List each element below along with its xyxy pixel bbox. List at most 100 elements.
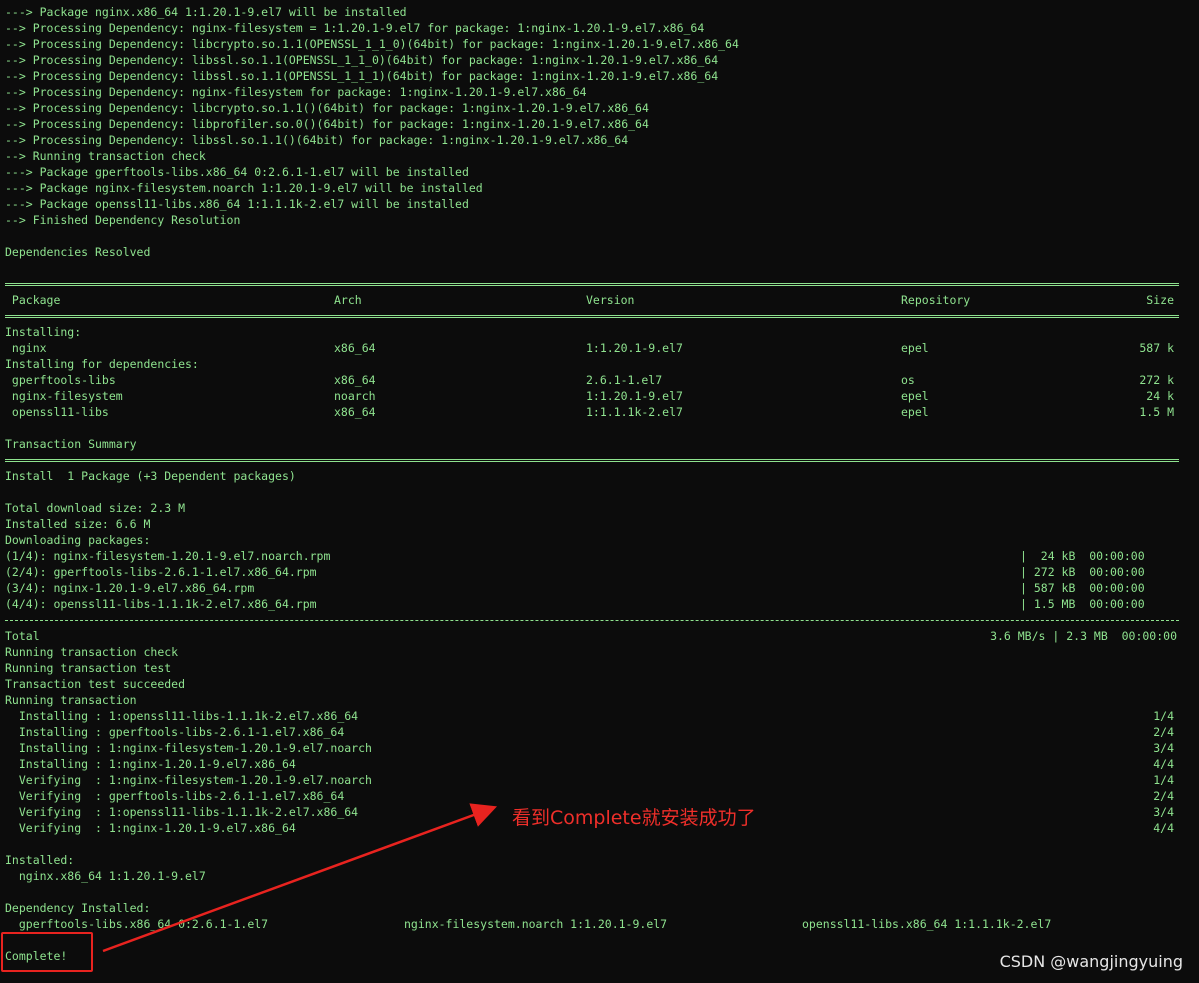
download-file: (4/4): openssl11-libs-1.1.1k-2.el7.x86_6… xyxy=(5,597,317,611)
table-cell: epel xyxy=(901,341,929,355)
step-text: Verifying : gperftools-libs-2.6.1-1.el7.… xyxy=(5,789,345,803)
table-row: openssl11-libs x86_64 1:1.1.1k-2.el7 epel 1.… xyxy=(5,404,1199,420)
table-cell: 587 k xyxy=(1139,341,1174,355)
watermark: CSDN @wangjingyuing xyxy=(999,952,1183,971)
table-cell: nginx-filesystem xyxy=(5,389,123,403)
step-progress: 2/4 xyxy=(1153,789,1174,803)
table-cell: 1:1.1.1k-2.el7 xyxy=(586,405,683,419)
table-cell: noarch xyxy=(334,389,376,403)
step-text: Verifying : 1:nginx-filesystem-1.20.1-9.… xyxy=(5,773,372,787)
table-cell: 2.6.1-1.el7 xyxy=(586,373,663,387)
table-row: nginx-filesystem noarch 1:1.20.1-9.el7 epel… xyxy=(5,388,1199,404)
table-cell: epel xyxy=(901,389,929,403)
annotation-text: 看到Complete就安装成功了 xyxy=(512,807,756,829)
dependency-installed-label: Dependency Installed: xyxy=(5,901,151,915)
double-separator xyxy=(5,308,1199,324)
dependency-installed-row: gperftools-libs.x86_64 0:2.6.1-1.el7 ngin… xyxy=(5,916,1199,932)
dependency-item: nginx-filesystem.noarch 1:1.20.1-9.el7 xyxy=(404,917,668,931)
run-line: Running transaction check xyxy=(5,645,179,659)
log-line: --> Processing Dependency: nginx-filesys… xyxy=(5,21,705,35)
deps-label: Installing for dependencies: xyxy=(5,357,199,371)
double-separator xyxy=(5,452,1199,468)
download-stats: | 1.5 MB 00:00:00 xyxy=(1020,597,1145,611)
step-progress: 4/4 xyxy=(1153,821,1174,835)
log-line: --> Processing Dependency: libssl.so.1.1… xyxy=(5,69,719,83)
download-stats: | 24 kB 00:00:00 xyxy=(1020,549,1145,563)
total-rate: 3.6 MB/s | 2.3 MB 00:00:00 xyxy=(990,629,1177,643)
table-cell: 1.5 M xyxy=(1139,405,1174,419)
log-line: ---> Package gperftools-libs.x86_64 0:2.… xyxy=(5,165,469,179)
download-size: Total download size: 2.3 M xyxy=(5,501,186,515)
step-progress: 2/4 xyxy=(1153,725,1174,739)
step-progress: 1/4 xyxy=(1153,773,1174,787)
download-file: (3/4): nginx-1.20.1-9.el7.x86_64.rpm xyxy=(5,581,255,595)
dashed-separator xyxy=(5,612,1199,628)
step-text: Installing : 1:openssl11-libs-1.1.1k-2.e… xyxy=(5,709,359,723)
installed-package: nginx.x86_64 1:1.20.1-9.el7 xyxy=(5,869,206,883)
step-progress: 3/4 xyxy=(1153,805,1174,819)
dependency-item: gperftools-libs.x86_64 0:2.6.1-1.el7 xyxy=(5,917,269,931)
download-file: (1/4): nginx-filesystem-1.20.1-9.el7.noa… xyxy=(5,549,331,563)
table-cell: x86_64 xyxy=(334,341,376,355)
step-text: Verifying : 1:nginx-1.20.1-9.el7.x86_64 xyxy=(5,821,296,835)
download-file: (2/4): gperftools-libs-2.6.1-1.el7.x86_6… xyxy=(5,565,317,579)
log-line: --> Processing Dependency: libssl.so.1.1… xyxy=(5,133,629,147)
table-header-cell: Repository xyxy=(901,293,971,307)
step-text: Installing : gperftools-libs-2.6.1-1.el7… xyxy=(5,725,345,739)
table-cell: x86_64 xyxy=(334,405,376,419)
run-line: Running transaction test xyxy=(5,661,172,675)
table-header-cell: Size xyxy=(1146,293,1174,307)
download-stats: | 587 kB 00:00:00 xyxy=(1020,581,1145,595)
summary-line: Install 1 Package (+3 Dependent packages… xyxy=(5,469,296,483)
download-row: (4/4): openssl11-libs-1.1.1k-2.el7.x86_6… xyxy=(5,596,1199,612)
transaction-step: Installing : 1:openssl11-libs-1.1.1k-2.e… xyxy=(5,708,1199,724)
double-separator xyxy=(5,276,1199,292)
table-cell: 1:1.20.1-9.el7 xyxy=(586,389,683,403)
transaction-step: Installing : gperftools-libs-2.6.1-1.el7… xyxy=(5,724,1199,740)
transaction-step: Verifying : gperftools-libs-2.6.1-1.el7.… xyxy=(5,788,1199,804)
table-cell: os xyxy=(901,373,915,387)
step-text: Installing : 1:nginx-1.20.1-9.el7.x86_64 xyxy=(5,757,296,771)
step-text: Verifying : 1:openssl11-libs-1.1.1k-2.el… xyxy=(5,805,359,819)
step-progress: 4/4 xyxy=(1153,757,1174,771)
table-cell: openssl11-libs xyxy=(5,405,109,419)
table-cell: 24 k xyxy=(1146,389,1174,403)
installed-size: Installed size: 6.6 M xyxy=(5,517,151,531)
table-cell: x86_64 xyxy=(334,373,376,387)
table-cell: gperftools-libs xyxy=(5,373,116,387)
complete-highlight-box xyxy=(1,932,93,972)
table-header: Package Arch Version Repository Size xyxy=(5,292,1199,308)
run-line: Running transaction xyxy=(5,693,137,707)
log-line: --> Processing Dependency: libcrypto.so.… xyxy=(5,101,649,115)
download-row: (1/4): nginx-filesystem-1.20.1-9.el7.noa… xyxy=(5,548,1199,564)
log-line: --> Running transaction check xyxy=(5,149,206,163)
step-text: Installing : 1:nginx-filesystem-1.20.1-9… xyxy=(5,741,372,755)
table-cell: nginx xyxy=(5,341,47,355)
total-label: Total xyxy=(5,629,40,643)
transaction-step: Installing : 1:nginx-filesystem-1.20.1-9… xyxy=(5,740,1199,756)
log-line: --> Processing Dependency: libcrypto.so.… xyxy=(5,37,739,51)
step-progress: 3/4 xyxy=(1153,741,1174,755)
run-line: Transaction test succeeded xyxy=(5,677,186,691)
download-row: (2/4): gperftools-libs-2.6.1-1.el7.x86_6… xyxy=(5,564,1199,580)
table-cell: 1:1.20.1-9.el7 xyxy=(586,341,683,355)
log-line: ---> Package nginx-filesystem.noarch 1:1… xyxy=(5,181,483,195)
installing-label: Installing: xyxy=(5,325,82,339)
step-progress: 1/4 xyxy=(1153,709,1174,723)
table-row: nginx x86_64 1:1.20.1-9.el7 epel 587 k xyxy=(5,340,1199,356)
log-line: --> Processing Dependency: nginx-filesys… xyxy=(5,85,587,99)
log-line: --> Finished Dependency Resolution xyxy=(5,213,241,227)
log-line: ---> Package openssl11-libs.x86_64 1:1.1… xyxy=(5,197,469,211)
table-header-cell: Package xyxy=(5,293,61,307)
downloading-label: Downloading packages: xyxy=(5,533,151,547)
log-line: --> Processing Dependency: libprofiler.s… xyxy=(5,117,649,131)
download-stats: | 272 kB 00:00:00 xyxy=(1020,565,1145,579)
transaction-step: Verifying : 1:nginx-filesystem-1.20.1-9.… xyxy=(5,772,1199,788)
